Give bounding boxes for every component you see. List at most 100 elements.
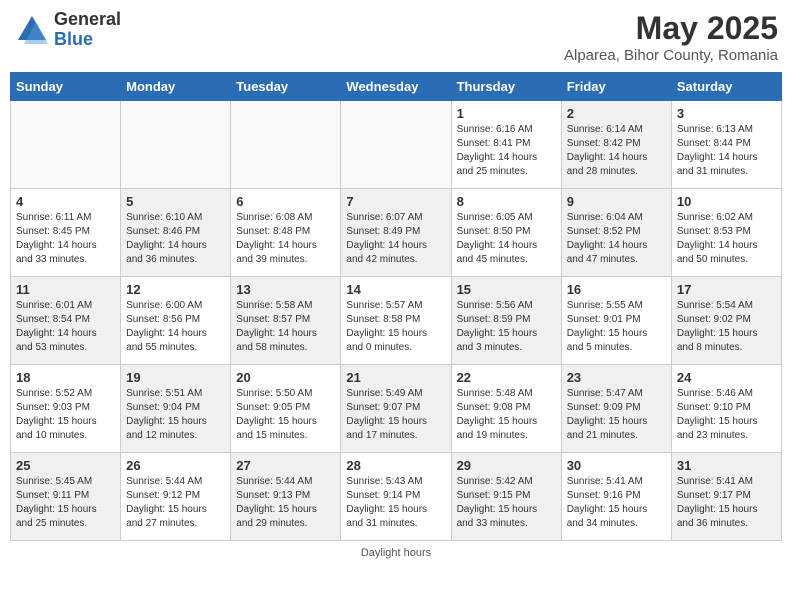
day-info: Sunrise: 5:54 AM Sunset: 9:02 PM Dayligh…	[677, 299, 776, 355]
day-info: Sunrise: 5:44 AM Sunset: 9:13 PM Dayligh…	[236, 475, 335, 531]
day-info: Sunrise: 6:01 AM Sunset: 8:54 PM Dayligh…	[16, 299, 115, 355]
day-number: 8	[457, 194, 556, 209]
day-info: Sunrise: 5:41 AM Sunset: 9:17 PM Dayligh…	[677, 475, 776, 531]
calendar-cell: 22 Sunrise: 5:48 AM Sunset: 9:08 PM Dayli…	[451, 365, 561, 453]
calendar-cell: 13Sunrise: 5:58 AM Sunset: 8:57 PM Dayli…	[231, 277, 341, 365]
day-info: Sunrise: 5:52 AM Sunset: 9:03 PM Dayligh…	[16, 387, 115, 443]
main-title: May 2025	[564, 10, 778, 47]
day-number: 22	[457, 370, 556, 385]
calendar-cell	[341, 101, 451, 189]
logo-general: General	[54, 10, 121, 30]
header-row: SundayMondayTuesdayWednesdayThursdayFrid…	[11, 73, 782, 101]
day-info: Sunrise: 6:14 AM Sunset: 8:42 PM Dayligh…	[567, 123, 666, 179]
subtitle: Alparea, Bihor County, Romania	[564, 47, 778, 64]
day-number: 17	[677, 282, 776, 297]
calendar-cell: 29Sunrise: 5:42 AM Sunset: 9:15 PM Dayli…	[451, 453, 561, 541]
day-info: Sunrise: 5:41 AM Sunset: 9:16 PM Dayligh…	[567, 475, 666, 531]
col-header-friday: Friday	[561, 73, 671, 101]
day-number: 10	[677, 194, 776, 209]
calendar-cell: 8 Sunrise: 6:05 AM Sunset: 8:50 PM Daylig…	[451, 189, 561, 277]
day-info: Sunrise: 5:48 AM Sunset: 9:08 PM Dayligh…	[457, 387, 556, 443]
day-info: Sunrise: 5:43 AM Sunset: 9:14 PM Dayligh…	[346, 475, 445, 531]
day-info: Sunrise: 6:00 AM Sunset: 8:56 PM Dayligh…	[126, 299, 225, 355]
day-number: 24	[677, 370, 776, 385]
calendar-cell: 16Sunrise: 5:55 AM Sunset: 9:01 PM Dayli…	[561, 277, 671, 365]
calendar-cell: 18 Sunrise: 5:52 AM Sunset: 9:03 PM Dayli…	[11, 365, 121, 453]
day-info: Sunrise: 6:16 AM Sunset: 8:41 PM Dayligh…	[457, 123, 556, 179]
week-row-1: 1 Sunrise: 6:16 AM Sunset: 8:41 PM Daylig…	[11, 101, 782, 189]
day-number: 9	[567, 194, 666, 209]
day-info: Sunrise: 6:02 AM Sunset: 8:53 PM Dayligh…	[677, 211, 776, 267]
day-number: 29	[457, 458, 556, 473]
day-number: 1	[457, 106, 556, 121]
day-number: 30	[567, 458, 666, 473]
week-row-5: 25 Sunrise: 5:45 AM Sunset: 9:11 PM Dayli…	[11, 453, 782, 541]
day-info: Sunrise: 5:56 AM Sunset: 8:59 PM Dayligh…	[457, 299, 556, 355]
day-info: Sunrise: 5:45 AM Sunset: 9:11 PM Dayligh…	[16, 475, 115, 531]
day-number: 2	[567, 106, 666, 121]
calendar-cell: 17 Sunrise: 5:54 AM Sunset: 9:02 PM Dayli…	[671, 277, 781, 365]
calendar-cell	[121, 101, 231, 189]
day-number: 21	[346, 370, 445, 385]
logo-blue-text: Blue	[54, 30, 121, 50]
week-row-2: 4 Sunrise: 6:11 AM Sunset: 8:45 PM Daylig…	[11, 189, 782, 277]
week-row-4: 18 Sunrise: 5:52 AM Sunset: 9:03 PM Dayli…	[11, 365, 782, 453]
day-number: 5	[126, 194, 225, 209]
day-number: 13	[236, 282, 335, 297]
page-header: General Blue May 2025 Alparea, Bihor Cou…	[10, 10, 782, 64]
calendar-cell: 19 Sunrise: 5:51 AM Sunset: 9:04 PM Dayli…	[121, 365, 231, 453]
col-header-thursday: Thursday	[451, 73, 561, 101]
calendar-cell: 11 Sunrise: 6:01 AM Sunset: 8:54 PM Dayli…	[11, 277, 121, 365]
day-number: 3	[677, 106, 776, 121]
day-number: 27	[236, 458, 335, 473]
day-info: Sunrise: 5:55 AM Sunset: 9:01 PM Dayligh…	[567, 299, 666, 355]
calendar-cell: 21 Sunrise: 5:49 AM Sunset: 9:07 PM Dayli…	[341, 365, 451, 453]
logo-icon	[14, 12, 50, 48]
day-info: Sunrise: 6:04 AM Sunset: 8:52 PM Dayligh…	[567, 211, 666, 267]
calendar-cell: 1 Sunrise: 6:16 AM Sunset: 8:41 PM Daylig…	[451, 101, 561, 189]
calendar-cell: 30 Sunrise: 5:41 AM Sunset: 9:16 PM Dayli…	[561, 453, 671, 541]
day-number: 23	[567, 370, 666, 385]
day-info: Sunrise: 5:46 AM Sunset: 9:10 PM Dayligh…	[677, 387, 776, 443]
logo-text: General Blue	[54, 10, 121, 50]
day-info: Sunrise: 5:49 AM Sunset: 9:07 PM Dayligh…	[346, 387, 445, 443]
day-info: Sunrise: 6:08 AM Sunset: 8:48 PM Dayligh…	[236, 211, 335, 267]
day-info: Sunrise: 6:05 AM Sunset: 8:50 PM Dayligh…	[457, 211, 556, 267]
day-info: Sunrise: 6:11 AM Sunset: 8:45 PM Dayligh…	[16, 211, 115, 267]
col-header-tuesday: Tuesday	[231, 73, 341, 101]
day-number: 4	[16, 194, 115, 209]
day-info: Sunrise: 5:50 AM Sunset: 9:05 PM Dayligh…	[236, 387, 335, 443]
calendar-cell: 3 Sunrise: 6:13 AM Sunset: 8:44 PM Daylig…	[671, 101, 781, 189]
day-number: 28	[346, 458, 445, 473]
calendar-cell: 7Sunrise: 6:07 AM Sunset: 8:49 PM Daylig…	[341, 189, 451, 277]
day-info: Sunrise: 5:51 AM Sunset: 9:04 PM Dayligh…	[126, 387, 225, 443]
day-info: Sunrise: 5:57 AM Sunset: 8:58 PM Dayligh…	[346, 299, 445, 355]
day-number: 20	[236, 370, 335, 385]
day-info: Sunrise: 6:13 AM Sunset: 8:44 PM Dayligh…	[677, 123, 776, 179]
calendar-cell: 24 Sunrise: 5:46 AM Sunset: 9:10 PM Dayli…	[671, 365, 781, 453]
day-number: 15	[457, 282, 556, 297]
day-number: 19	[126, 370, 225, 385]
day-info: Sunrise: 5:47 AM Sunset: 9:09 PM Dayligh…	[567, 387, 666, 443]
day-number: 11	[16, 282, 115, 297]
calendar-cell: 2 Sunrise: 6:14 AM Sunset: 8:42 PM Daylig…	[561, 101, 671, 189]
day-number: 18	[16, 370, 115, 385]
calendar-cell: 14 Sunrise: 5:57 AM Sunset: 8:58 PM Dayli…	[341, 277, 451, 365]
calendar-cell: 26Sunrise: 5:44 AM Sunset: 9:12 PM Dayli…	[121, 453, 231, 541]
day-info: Sunrise: 5:44 AM Sunset: 9:12 PM Dayligh…	[126, 475, 225, 531]
calendar-cell: 6Sunrise: 6:08 AM Sunset: 8:48 PM Daylig…	[231, 189, 341, 277]
calendar-cell: 23 Sunrise: 5:47 AM Sunset: 9:09 PM Dayli…	[561, 365, 671, 453]
day-number: 14	[346, 282, 445, 297]
day-number: 12	[126, 282, 225, 297]
footer: Daylight hours	[10, 547, 782, 559]
calendar-cell	[11, 101, 121, 189]
day-info: Sunrise: 6:07 AM Sunset: 8:49 PM Dayligh…	[346, 211, 445, 267]
calendar-table: SundayMondayTuesdayWednesdayThursdayFrid…	[10, 72, 782, 541]
calendar-cell: 12 Sunrise: 6:00 AM Sunset: 8:56 PM Dayli…	[121, 277, 231, 365]
day-number: 25	[16, 458, 115, 473]
day-number: 31	[677, 458, 776, 473]
day-info: Sunrise: 6:10 AM Sunset: 8:46 PM Dayligh…	[126, 211, 225, 267]
calendar-cell: 31 Sunrise: 5:41 AM Sunset: 9:17 PM Dayli…	[671, 453, 781, 541]
calendar-cell: 20 Sunrise: 5:50 AM Sunset: 9:05 PM Dayli…	[231, 365, 341, 453]
calendar-cell: 4 Sunrise: 6:11 AM Sunset: 8:45 PM Daylig…	[11, 189, 121, 277]
